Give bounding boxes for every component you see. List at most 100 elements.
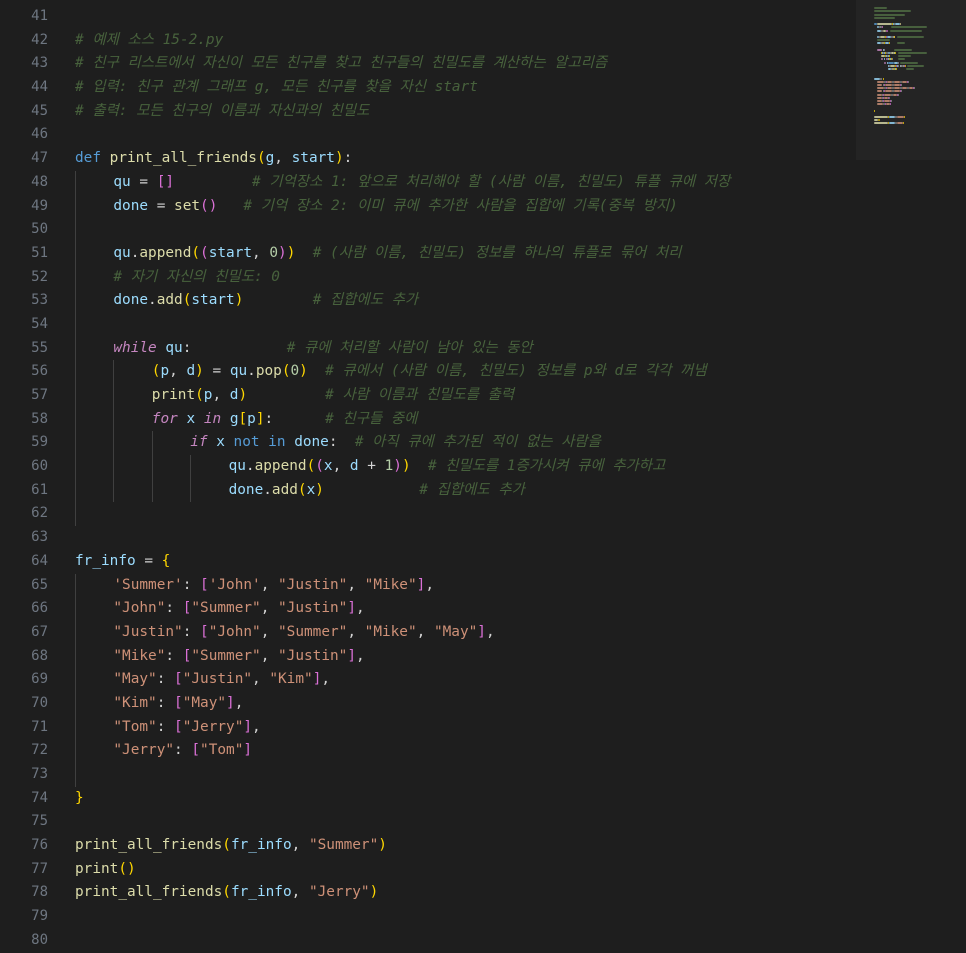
code-token: "Mike" [113,647,166,664]
indent-guide [190,478,192,503]
code-line[interactable]: 70 "Kim": ["May"], [0,691,900,716]
code-token: [ [174,694,183,711]
code-line[interactable]: 63 [0,526,900,550]
code-line[interactable]: 77 print() [0,858,900,882]
code-token: , [274,150,292,167]
code-token: done [228,481,264,498]
code-line[interactable]: 62 [0,502,900,527]
code-token: ) [369,884,379,901]
code-line[interactable]: 76 print_all_friends(fr_info, "Summer") [0,834,900,858]
code-line[interactable]: 49 done = set() # 기억 장소 2: 이미 큐에 추가한 사람을 … [0,194,900,219]
code-token: , [169,363,187,380]
code-token: pop [255,363,282,380]
code-token: , [260,623,279,640]
code-line[interactable]: 57 print(p, d) # 사람 이름과 친밀도를 출력 [0,384,900,408]
code-line[interactable]: 52 # 자기 자신의 친밀도: 0 [0,265,900,290]
code-token: = [203,363,230,380]
minimap-token [885,84,892,86]
code-token: start [208,244,253,261]
code-token: : [182,623,201,640]
code-text: "Kim": ["May"], [113,692,243,716]
code-token: ( [200,244,209,261]
code-line[interactable]: 59 if x not in done: # 아직 큐에 추가된 적이 없는 사람… [0,431,900,456]
code-line[interactable]: 66 "John": ["Summer", "Justin"], [0,597,900,621]
code-token: done [113,197,149,214]
indent-guide [151,478,153,503]
code-line[interactable]: 48 qu = [] # 기억장소 1: 앞으로 처리해야 할 (사람 이름, 친… [0,170,900,195]
line-number: 53 [31,292,48,309]
line-number: 49 [31,197,48,214]
code-line[interactable]: 64 fr_info = { [0,550,900,574]
code-token: () [200,197,218,214]
code-token: "Mike" [364,576,417,593]
code-token: "Tom" [113,718,157,735]
code-token: , [356,647,365,664]
code-text: qu.append((start, 0)) # (사람 이름, 친밀도) 정보를… [113,242,681,266]
code-line[interactable]: 74} [0,787,900,811]
indent-guide [75,194,76,219]
code-line[interactable]: 75 [0,810,900,834]
code-line[interactable]: 67 "Justin": ["John", "Summer", "Mike", "… [0,620,900,645]
code-line[interactable]: 68 "Mike": ["Summer", "Justin"], [0,644,900,669]
minimap-token [906,68,914,70]
code-token: = [130,173,157,190]
code-token: "Justin" [278,647,348,664]
code-line[interactable]: 54 [0,312,900,337]
code-line[interactable]: 58 for x in g[p]: # 친구들 중에 [0,407,900,432]
code-token: ( [256,150,266,167]
indent-guide [75,218,76,242]
indent-guide [75,360,76,384]
minimap-token [874,109,875,112]
indent-guide [75,502,76,527]
code-token: [] [156,173,175,190]
code-line[interactable]: 51 qu.append((start, 0)) # (사람 이름, 친밀도) 정… [0,241,900,266]
code-line[interactable]: 78 print_all_friends(fr_info, "Jerry") [0,881,900,905]
minimap-token [896,116,904,118]
code-token: ( [222,837,231,854]
code-line[interactable]: 55 while qu: # 큐에 처리할 사람이 남아 있는 동안 [0,336,900,361]
line-number: 46 [31,126,48,143]
code-token: [ [191,742,201,759]
code-token: ] [477,623,486,640]
code-line[interactable]: 50 [0,218,900,242]
minimap-token [877,39,891,42]
code-token: ] [347,647,356,664]
code-editor[interactable]: 41 42 # 예제 소스 15-2.py 43 # 친구 리스트에서 자신이 모든 친… [0,0,966,948]
code-line[interactable]: 69 "May": ["Justin", "Kim"], [0,668,900,692]
line-number: 51 [31,244,48,261]
code-token: , [252,671,270,688]
code-line[interactable]: 41 [0,5,900,29]
code-line[interactable]: 46 [0,123,900,147]
line-number: 76 [31,837,48,854]
code-token: ( [297,481,307,498]
code-text: "Jerry": ["Tom"] [113,739,252,763]
code-line[interactable]: 53 done.add(start) # 집합에도 추가 [0,289,900,313]
minimap[interactable] [856,0,966,941]
indent-guide [75,431,76,456]
code-line[interactable]: 47 def print_all_friends(g, start): [0,147,900,171]
code-token: 'John' [208,576,261,593]
minimap-token [877,87,885,90]
code-line[interactable]: 44 # 입력: 친구 관계 그래프 g, 모든 친구를 찾을 자신 start [0,76,900,100]
code-line[interactable]: 60 qu.append((x, d + 1)) # 친밀도를 1증가시켜 큐에 … [0,455,900,479]
code-lines[interactable]: 41 42 # 예제 소스 15-2.py 43 # 친구 리스트에서 자신이 모든 친… [0,5,900,953]
line-number: 78 [31,884,48,901]
code-line[interactable]: 45 # 출력: 모든 친구의 이름과 자신과의 친밀도 [0,100,900,124]
code-line[interactable]: 72 "Jerry": ["Tom"] [0,739,900,763]
code-line[interactable]: 42 # 예제 소스 15-2.py [0,29,900,53]
minimap-slider[interactable] [856,0,966,160]
code-line[interactable]: 43 # 친구 리스트에서 자신이 모든 친구를 찾고 친구들의 친밀도를 계산하… [0,52,900,76]
code-token: x [323,458,333,475]
code-token: : [156,718,175,735]
code-token: ] [243,742,253,759]
code-line[interactable]: 71 "Tom": ["Jerry"], [0,715,900,740]
indent-guide [75,170,76,195]
code-token: ) [299,363,308,380]
code-line[interactable]: 65 'Summer': ['John', "Justin", "Mike"], [0,573,900,598]
code-line[interactable]: 61 done.add(x) # 집합에도 추가 [0,478,900,503]
code-line[interactable]: 73 [0,763,900,787]
code-line[interactable]: 79 [0,905,900,929]
minimap-token [900,61,919,64]
code-line[interactable]: 56 (p, d) = qu.pop(0) # 큐에서 (사람 이름, 친밀도) … [0,360,900,384]
